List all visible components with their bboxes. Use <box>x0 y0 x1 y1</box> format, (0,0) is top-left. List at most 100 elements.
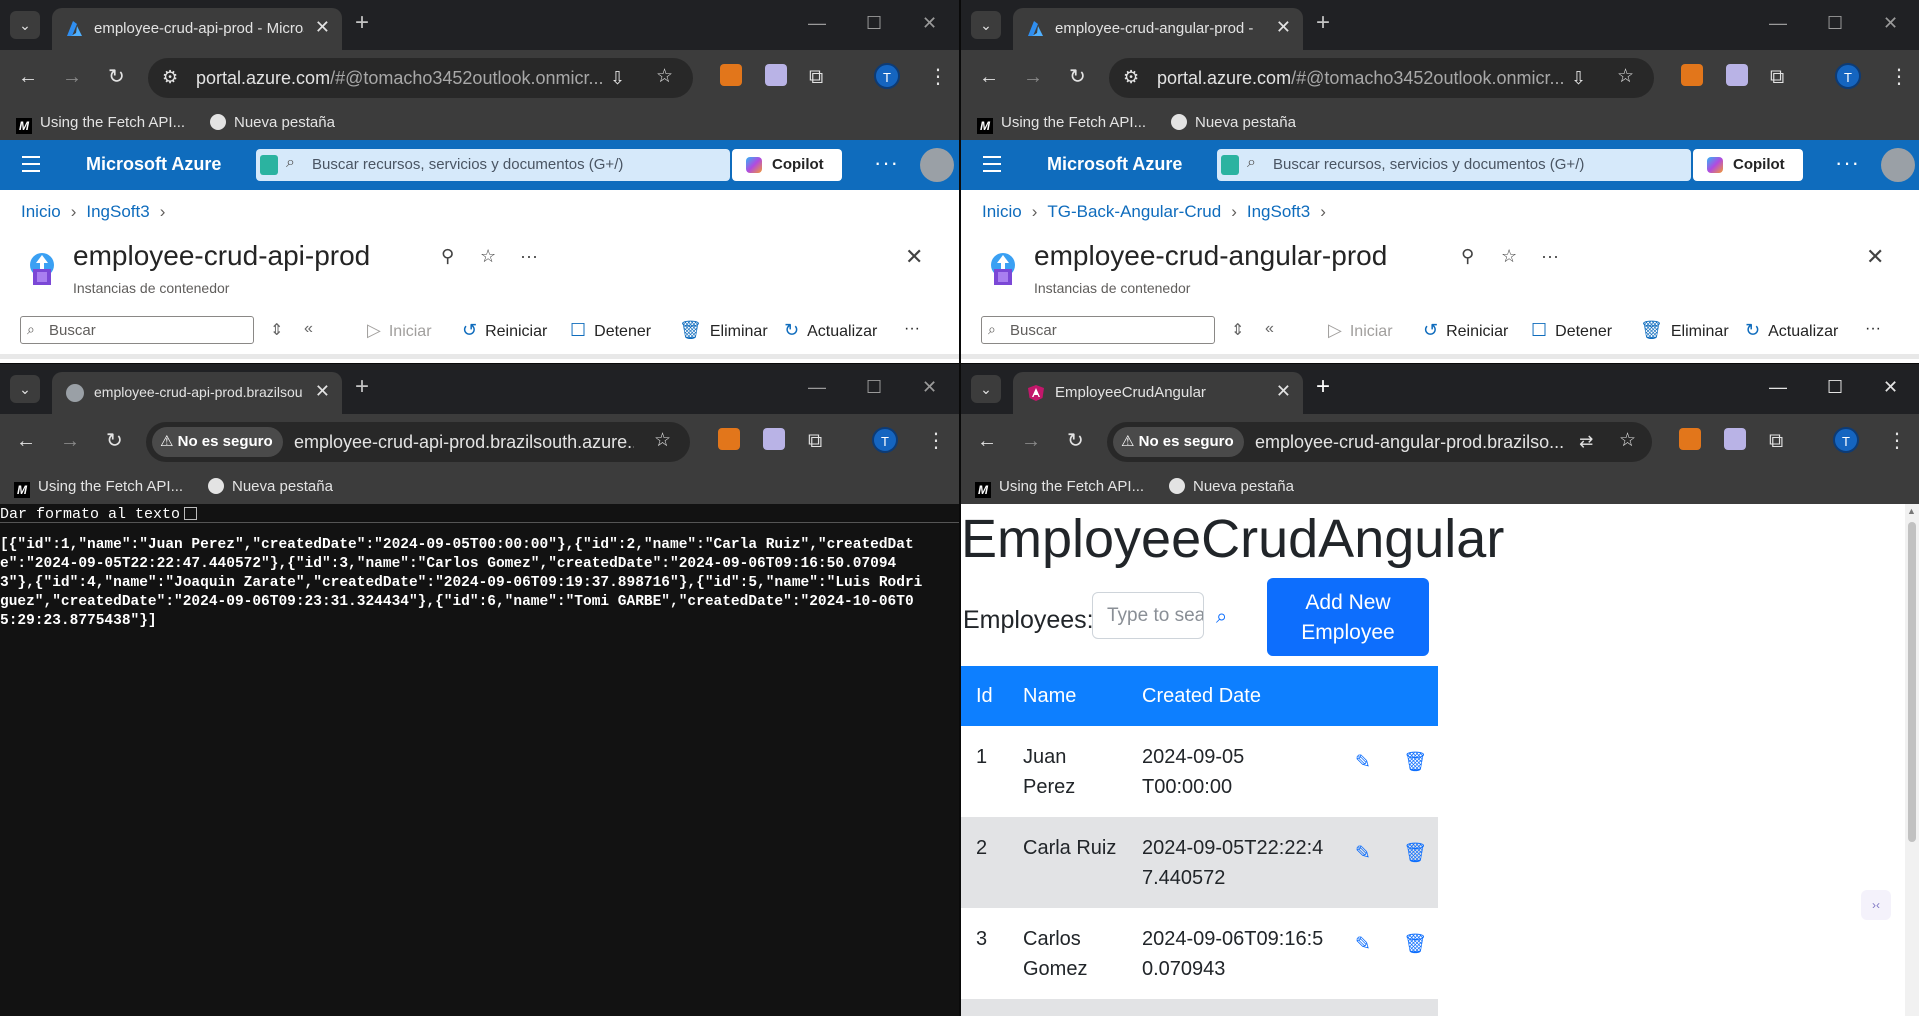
forward-icon[interactable]: → <box>1021 430 1041 452</box>
account-avatar[interactable] <box>920 148 954 182</box>
maximize-button[interactable]: ☐ <box>866 377 882 398</box>
menu-kebab-icon[interactable]: ⋮ <box>1887 430 1907 452</box>
refresh-button[interactable]: ↻ Actualizar <box>1745 320 1838 341</box>
breadcrumb-item[interactable]: Inicio <box>982 202 1022 221</box>
close-tab-icon[interactable]: ✕ <box>1276 17 1291 38</box>
maximize-button[interactable]: ☐ <box>1827 13 1843 34</box>
close-tab-icon[interactable]: ✕ <box>315 17 330 38</box>
breadcrumb-item[interactable]: TG-Back-Angular-Crud <box>1047 202 1221 221</box>
more-icon[interactable]: ··· <box>874 150 899 176</box>
install-icon[interactable]: ⇩ <box>610 67 625 89</box>
edit-icon[interactable]: ✎ <box>1355 839 1371 869</box>
new-tab-button[interactable]: + <box>1316 11 1330 35</box>
azure-brand[interactable]: Microsoft Azure <box>1047 154 1182 175</box>
translate-icon[interactable]: ⇄ <box>1579 431 1593 453</box>
minimize-button[interactable]: — <box>808 377 826 398</box>
back-icon[interactable]: ← <box>977 430 997 452</box>
reload-icon[interactable]: ↻ <box>1069 66 1086 88</box>
tab-active[interactable]: EmployeeCrudAngular ✕ <box>1013 372 1303 414</box>
extension-icon[interactable] <box>765 64 787 86</box>
more-commands-icon[interactable]: ··· <box>1865 320 1881 338</box>
search-icon[interactable]: ⌕ <box>1216 606 1227 629</box>
extensions-puzzle-icon[interactable]: ⧉ <box>809 66 823 88</box>
breadcrumb-item[interactable]: IngSoft3 <box>86 202 149 221</box>
new-tab-button[interactable]: + <box>355 375 369 399</box>
back-icon[interactable]: ← <box>18 66 38 88</box>
azure-search-input[interactable]: ⌕ Buscar recursos, servicios y documento… <box>1217 149 1691 181</box>
extension-icon[interactable] <box>763 428 785 450</box>
trash-icon[interactable]: 🗑 <box>1403 748 1427 778</box>
bookmark-fetch-api[interactable]: M Using the Fetch API... <box>16 114 185 134</box>
tab-search-button[interactable]: ⌄ <box>971 375 1001 403</box>
copilot-button[interactable]: Copilot <box>1693 149 1803 181</box>
close-tab-icon[interactable]: ✕ <box>315 381 330 402</box>
sort-icon[interactable]: ⇕ <box>270 320 283 340</box>
site-info-icon[interactable]: ⚙ <box>1123 67 1139 88</box>
extensions-puzzle-icon[interactable]: ⧉ <box>1770 66 1784 88</box>
install-icon[interactable]: ⇩ <box>1571 67 1586 89</box>
stop-button[interactable]: ☐ Detener <box>570 320 651 341</box>
forward-icon[interactable]: → <box>1023 66 1043 88</box>
pretty-print-checkbox[interactable] <box>184 507 198 520</box>
delete-button[interactable]: 🗑 Eliminar <box>679 320 768 341</box>
stop-button[interactable]: ☐ Detener <box>1531 320 1612 341</box>
breadcrumb-item[interactable]: Inicio <box>21 202 61 221</box>
refresh-button[interactable]: ↻ Actualizar <box>784 320 877 341</box>
more-options-icon[interactable]: ··· <box>520 246 538 267</box>
menu-kebab-icon[interactable]: ⋮ <box>1889 66 1909 88</box>
tab-search-button[interactable]: ⌄ <box>971 11 1001 39</box>
profile-avatar[interactable]: T <box>872 427 898 453</box>
not-secure-chip[interactable]: ⚠ No es seguro <box>152 427 283 457</box>
bookmark-star-icon[interactable]: ☆ <box>656 66 673 88</box>
close-blade-icon[interactable]: ✕ <box>905 244 923 270</box>
trash-icon[interactable]: 🗑 <box>1403 839 1427 869</box>
tab-active[interactable]: employee-crud-api-prod - Microsoft Azure… <box>52 8 342 50</box>
restart-button[interactable]: ↺ Reiniciar <box>462 320 547 341</box>
bookmark-star-icon[interactable]: ☆ <box>654 430 671 452</box>
collapse-icon[interactable]: « <box>1265 320 1274 338</box>
close-window-button[interactable]: ✕ <box>1883 377 1898 398</box>
command-search-input[interactable]: ⌕ Buscar <box>981 316 1215 344</box>
close-window-button[interactable]: ✕ <box>922 13 937 34</box>
favorite-star-icon[interactable]: ☆ <box>480 246 496 267</box>
edit-icon[interactable]: ✎ <box>1355 748 1371 778</box>
start-button[interactable]: ▷ Iniciar <box>367 320 432 341</box>
menu-kebab-icon[interactable]: ⋮ <box>928 66 948 88</box>
breadcrumb-item[interactable]: IngSoft3 <box>1247 202 1310 221</box>
tab-active[interactable]: employee-crud-angular-prod - Microsoft A… <box>1013 8 1303 50</box>
hamburger-menu-icon[interactable] <box>983 156 1001 177</box>
pretty-print-toggle[interactable]: Dar formato al texto <box>0 506 198 528</box>
bookmark-star-icon[interactable]: ☆ <box>1617 66 1634 88</box>
address-bar[interactable]: ⚙ portal.azure.com/#@tomacho3452outlook.… <box>148 58 693 98</box>
vertical-scrollbar[interactable]: ▲ <box>1905 504 1919 1016</box>
minimize-button[interactable]: — <box>1769 377 1787 398</box>
close-window-button[interactable]: ✕ <box>922 377 937 398</box>
metamask-icon[interactable] <box>1681 64 1703 86</box>
copilot-button[interactable]: Copilot <box>732 149 842 181</box>
azure-search-input[interactable]: ⌕ Buscar recursos, servicios y documento… <box>256 149 730 181</box>
menu-kebab-icon[interactable]: ⋮ <box>926 430 946 452</box>
extension-float-icon[interactable]: ›‹ <box>1861 890 1891 920</box>
favorite-star-icon[interactable]: ☆ <box>1501 246 1517 267</box>
bookmark-fetch-api[interactable]: M Using the Fetch API... <box>975 478 1144 498</box>
reload-icon[interactable]: ↻ <box>108 66 125 88</box>
maximize-button[interactable]: ☐ <box>866 13 882 34</box>
minimize-button[interactable]: — <box>1769 13 1787 34</box>
more-commands-icon[interactable]: ··· <box>904 320 920 338</box>
delete-button[interactable]: 🗑 Eliminar <box>1640 320 1729 341</box>
extension-icon[interactable] <box>1724 428 1746 450</box>
address-bar[interactable]: ⚠ No es seguro employee-crud-api-prod.br… <box>146 422 690 462</box>
bookmark-new-tab[interactable]: Nueva pestaña <box>208 478 333 495</box>
address-bar[interactable]: ⚙ portal.azure.com/#@tomacho3452outlook.… <box>1109 58 1654 98</box>
extensions-puzzle-icon[interactable]: ⧉ <box>1769 430 1783 452</box>
bookmark-new-tab[interactable]: Nueva pestaña <box>1169 478 1294 495</box>
close-blade-icon[interactable]: ✕ <box>1866 244 1884 270</box>
edit-icon[interactable]: ✎ <box>1355 930 1371 960</box>
collapse-icon[interactable]: « <box>304 320 313 338</box>
account-avatar[interactable] <box>1881 148 1915 182</box>
tab-search-button[interactable]: ⌄ <box>10 11 40 39</box>
site-info-icon[interactable]: ⚙ <box>162 67 178 88</box>
azure-brand[interactable]: Microsoft Azure <box>86 154 221 175</box>
not-secure-chip[interactable]: ⚠ No es seguro <box>1113 427 1244 457</box>
restart-button[interactable]: ↺ Reiniciar <box>1423 320 1508 341</box>
